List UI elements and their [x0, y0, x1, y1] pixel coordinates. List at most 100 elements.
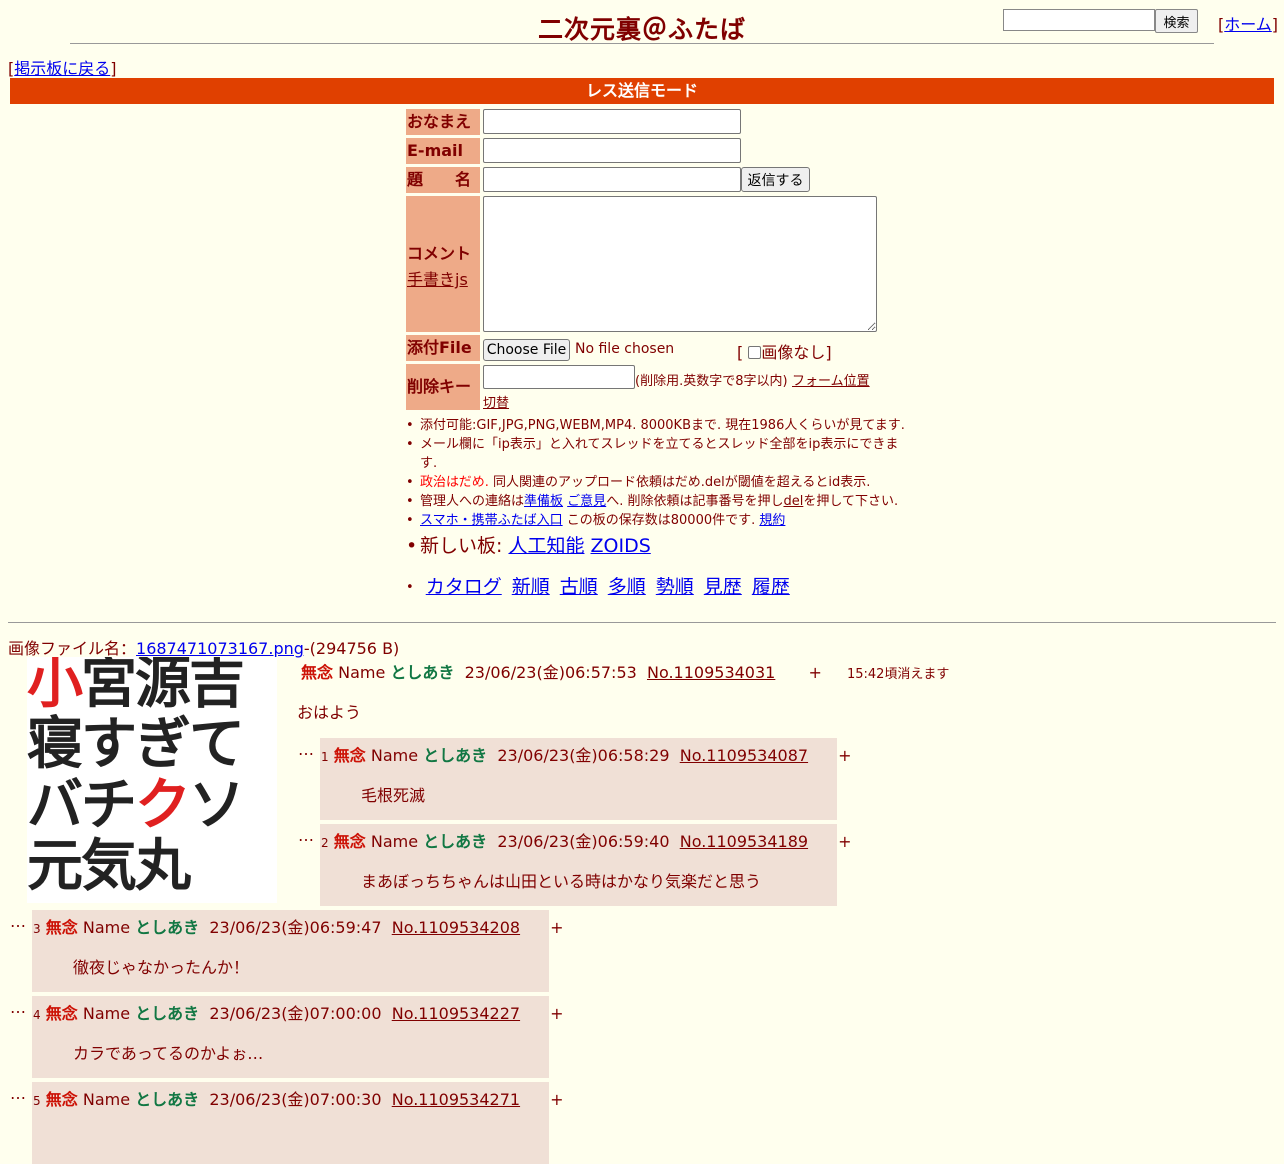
reply-date: 23/06/23(金)06:59:47 — [209, 918, 382, 937]
reply-body: 毛根死滅 — [361, 786, 426, 805]
file-info: 画像ファイル名：1687471073167.png-(294756 B) — [8, 639, 400, 658]
reply-number: 1 — [321, 750, 329, 764]
new-boards-item: 新しい板: 人工知能 ZOIDS — [406, 532, 906, 560]
reply-header: 3 無念 Name としあき 23/06/23(金)06:59:47 No.11… — [33, 914, 563, 938]
note-item: 添付可能:GIF,JPG,PNG,WEBM,MP4. 8000KBまで. 現在1… — [406, 416, 906, 435]
comment-label: コメント — [407, 244, 472, 263]
reply-plus-button[interactable]: + — [838, 832, 851, 851]
search-input[interactable] — [1003, 9, 1155, 31]
reply-date: 23/06/23(金)06:58:29 — [497, 746, 670, 765]
sort-nav: • カタログ 新順 古順 多順 勢順 見歴 履歴 — [406, 576, 790, 598]
reply-name-word: Name — [82, 918, 131, 937]
reply-header: 2 無念 Name としあき 23/06/23(金)06:59:40 No.11… — [321, 828, 851, 852]
submit-reply-button[interactable]: 返信する — [741, 167, 810, 192]
delete-key-note: (削除用.英数字で8字以内) — [635, 374, 788, 389]
reply-plus-button[interactable]: + — [838, 746, 851, 765]
no-image-option: [ 画像なし] — [737, 343, 832, 362]
reply-subject: 無念 — [45, 918, 78, 937]
reply-number: 4 — [33, 1008, 41, 1022]
reply-name: としあき — [135, 1004, 200, 1023]
reply-name: としあき — [423, 746, 488, 765]
home-link[interactable]: ホーム — [1224, 15, 1272, 34]
no-image-label: 画像なし — [761, 343, 826, 362]
op-name: としあき — [390, 663, 455, 682]
reply-number: 2 — [321, 836, 329, 850]
nav-link-2[interactable]: 古順 — [560, 576, 598, 598]
nav-link-1[interactable]: 新順 — [512, 576, 550, 598]
reply-post-number[interactable]: No.1109534208 — [392, 918, 520, 937]
reply-ellipsis: … — [298, 826, 314, 845]
name-field[interactable] — [483, 109, 741, 134]
thread-image[interactable]: 小宮源吉 寝すぎて バチクソ 元気丸 — [27, 657, 277, 903]
reply-name: としあき — [423, 832, 488, 851]
reply-header: 1 無念 Name としあき 23/06/23(金)06:58:29 No.11… — [321, 742, 851, 766]
no-file-text: No file chosen — [575, 341, 675, 357]
reply-post-number[interactable]: No.1109534227 — [392, 1004, 520, 1023]
reply-name-word: Name — [82, 1004, 131, 1023]
reply-date: 23/06/23(金)07:00:00 — [209, 1004, 382, 1023]
op-post-number[interactable]: No.1109534031 — [647, 663, 775, 682]
thread-divider — [8, 622, 1276, 623]
reply-name-word: Name — [370, 832, 419, 851]
reply-number: 3 — [33, 922, 41, 936]
delete-key-field[interactable] — [483, 365, 635, 389]
op-expire-note: 15:42頃消えます — [846, 667, 950, 682]
reply-ellipsis: … — [10, 1084, 26, 1103]
reply-subject: 無念 — [333, 746, 366, 765]
junbi-board-link[interactable]: 準備板 — [524, 494, 563, 509]
nav-link-3[interactable]: 多順 — [608, 576, 646, 598]
reply-body: 徹夜じゃなかったんか！ — [73, 958, 250, 977]
nav-link-5[interactable]: 見歴 — [704, 576, 742, 598]
back-to-board-link[interactable]: 掲示板に戻る — [14, 59, 110, 78]
reply-post-number[interactable]: No.1109534189 — [680, 832, 808, 851]
delete-key-label: 削除キー — [406, 364, 480, 410]
note-item: 管理人への連絡は準備板 ご意見へ. 削除依頼は記事番号を押しdelを押して下さい… — [406, 492, 906, 511]
reply-number: 5 — [33, 1094, 41, 1108]
op-plus-button[interactable]: + — [808, 663, 821, 682]
reply-ellipsis: … — [10, 998, 26, 1017]
reply-plus-button[interactable]: + — [550, 918, 563, 937]
op-date: 23/06/23(金)06:57:53 — [464, 663, 637, 682]
reply-date: 23/06/23(金)07:00:30 — [209, 1090, 382, 1109]
nav-link-6[interactable]: 履歴 — [752, 576, 790, 598]
reply-subject: 無念 — [333, 832, 366, 851]
reply-post: 2 無念 Name としあき 23/06/23(金)06:59:40 No.11… — [320, 824, 851, 906]
email-field[interactable] — [483, 138, 741, 163]
reply-header: 4 無念 Name としあき 23/06/23(金)07:00:00 No.11… — [33, 1000, 563, 1024]
reply-body: まあぼっちちゃんは山田といる時はかなり気楽だと思う — [361, 872, 762, 891]
comment-textarea[interactable] — [483, 196, 877, 332]
reply-date: 23/06/23(金)06:59:40 — [497, 832, 670, 851]
home-link-wrapper: [ホーム] — [1218, 15, 1279, 34]
form-position-link-part1[interactable]: フォーム位置 — [792, 370, 870, 389]
del-link[interactable]: del — [783, 494, 803, 509]
reply-post-number[interactable]: No.1109534271 — [392, 1090, 520, 1109]
reply-plus-button[interactable]: + — [550, 1090, 563, 1109]
tegaki-link[interactable]: 手書きjs — [407, 270, 468, 289]
new-board-ai-link[interactable]: 人工知能 — [508, 535, 584, 557]
reply-name-word: Name — [82, 1090, 131, 1109]
board-notes: 添付可能:GIF,JPG,PNG,WEBM,MP4. 8000KBまで. 現在1… — [406, 416, 906, 560]
file-label: 添付File — [406, 335, 480, 361]
op-body: おはよう — [297, 703, 362, 722]
reply-subject: 無念 — [45, 1090, 78, 1109]
form-position-link-part2[interactable]: 切替 — [483, 392, 509, 411]
reply-plus-button[interactable]: + — [550, 1004, 563, 1023]
reply-post-number[interactable]: No.1109534087 — [680, 746, 808, 765]
no-image-checkbox[interactable] — [748, 345, 762, 359]
new-board-zoids-link[interactable]: ZOIDS — [591, 535, 651, 557]
comment-label-cell: コメント 手書きjs — [406, 196, 480, 332]
subject-field[interactable] — [483, 167, 741, 192]
header-divider — [70, 43, 1214, 44]
reply-post: 3 無念 Name としあき 23/06/23(金)06:59:47 No.11… — [32, 910, 563, 992]
mobile-entrance-link[interactable]: スマホ・携帯ふたば入口 — [420, 513, 563, 528]
choose-file-button[interactable]: Choose File — [483, 339, 570, 361]
nav-link-0[interactable]: カタログ — [426, 576, 502, 598]
reply-subject: 無念 — [45, 1004, 78, 1023]
terms-link[interactable]: 規約 — [759, 513, 785, 528]
op-header: 無念 Name としあき 23/06/23(金)06:57:53 No.1109… — [301, 663, 950, 682]
opinion-link[interactable]: ご意見 — [567, 494, 606, 509]
search-button[interactable]: 検索 — [1155, 9, 1198, 33]
image-file-link[interactable]: 1687471073167.png — [136, 639, 304, 658]
nav-link-4[interactable]: 勢順 — [656, 576, 694, 598]
reply-header: 5 無念 Name としあき 23/06/23(金)07:00:30 No.11… — [33, 1086, 563, 1110]
